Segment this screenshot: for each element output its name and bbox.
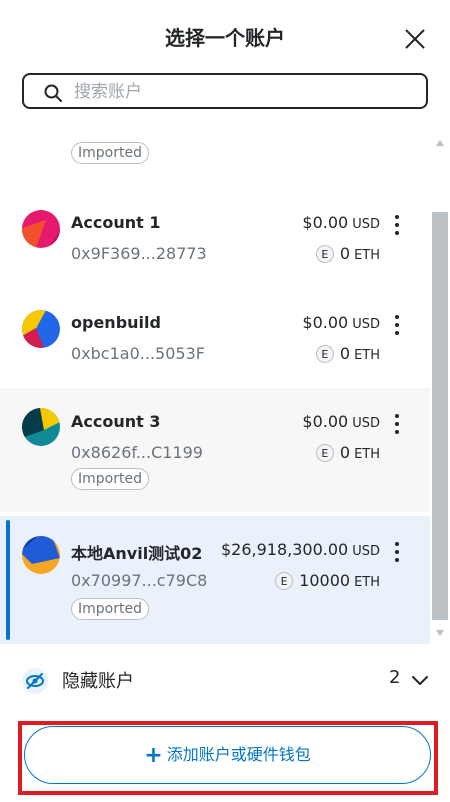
- hidden-accounts-count: 2: [389, 667, 401, 688]
- token-value: 0: [339, 244, 351, 263]
- token-balance: E 0 ETH: [315, 244, 380, 263]
- fiat-balance: $0.00 USD: [302, 213, 380, 232]
- account-item[interactable]: Account 3 0x8626f...C1199 Imported $0.00…: [0, 388, 430, 512]
- account-item-selected[interactable]: 本地Anvil测试02 0x70997...c79C8 Imported $26…: [0, 516, 430, 644]
- chevron-down-icon: [412, 676, 428, 685]
- close-icon[interactable]: [402, 26, 428, 52]
- search-input[interactable]: [72, 79, 416, 105]
- imported-badge: Imported: [71, 598, 149, 620]
- add-account-label: 添加账户或硬件钱包: [166, 745, 311, 764]
- avatar: [22, 310, 60, 348]
- fiat-balance: $26,918,300.00 USD: [221, 540, 380, 559]
- account-options-icon[interactable]: [394, 215, 400, 235]
- eye-slash-icon: [22, 668, 48, 694]
- account-name: Account 3: [71, 412, 161, 431]
- scroll-up-arrow-icon[interactable]: [436, 140, 444, 146]
- eth-token-icon: E: [275, 572, 294, 590]
- plus-icon: +: [144, 743, 163, 768]
- account-name: openbuild: [71, 313, 161, 332]
- search-box[interactable]: [22, 73, 428, 109]
- fiat-value: $0.00: [302, 213, 349, 232]
- fiat-unit: USD: [352, 317, 380, 332]
- account-options-icon[interactable]: [394, 315, 400, 335]
- fiat-value: $26,918,300.00: [220, 540, 349, 559]
- fiat-balance: $0.00 USD: [302, 313, 380, 332]
- fiat-value: $0.00: [302, 412, 349, 431]
- account-name: 本地Anvil测试02: [71, 544, 203, 563]
- eth-token-icon: E: [315, 444, 334, 462]
- modal-header: 选择一个账户: [0, 0, 450, 70]
- token-unit: ETH: [354, 575, 380, 590]
- token-balance: E 0 ETH: [315, 344, 380, 363]
- eth-token-icon: E: [315, 345, 334, 363]
- fiat-unit: USD: [352, 217, 380, 232]
- avatar: [22, 408, 60, 446]
- hidden-accounts-toggle[interactable]: 隐藏账户 2: [0, 658, 450, 702]
- token-value: 0: [339, 344, 351, 363]
- imported-badge: Imported: [71, 142, 149, 164]
- account-options-icon[interactable]: [394, 414, 400, 434]
- fiat-unit: USD: [352, 544, 380, 559]
- account-address: 0x9F369...28773: [71, 244, 207, 263]
- account-item[interactable]: openbuild 0xbc1a0...5053F $0.00 USD E 0 ETH: [0, 288, 430, 384]
- token-balance: E 0 ETH: [315, 443, 380, 462]
- selected-indicator: [6, 520, 10, 640]
- eth-token-icon: E: [315, 245, 334, 263]
- account-address: 0x70997...c79C8: [71, 571, 208, 590]
- account-address: 0x8626f...C1199: [71, 443, 203, 462]
- account-item-partial[interactable]: Imported: [0, 120, 430, 180]
- avatar: [22, 536, 60, 574]
- add-account-button[interactable]: + 添加账户或硬件钱包: [24, 726, 431, 784]
- token-value: 0: [339, 443, 351, 462]
- fiat-value: $0.00: [302, 313, 349, 332]
- account-address: 0xbc1a0...5053F: [71, 344, 205, 363]
- search-icon: [44, 84, 62, 102]
- scroll-down-arrow-icon[interactable]: [436, 630, 444, 636]
- account-options-icon[interactable]: [394, 542, 400, 562]
- modal-title: 选择一个账户: [165, 26, 285, 50]
- token-unit: ETH: [354, 248, 380, 263]
- token-unit: ETH: [354, 447, 380, 462]
- account-name: Account 1: [71, 213, 161, 232]
- account-item[interactable]: Account 1 0x9F369...28773 $0.00 USD E 0 ETH: [0, 188, 430, 284]
- imported-badge: Imported: [71, 468, 149, 490]
- scrollbar-thumb[interactable]: [432, 212, 448, 620]
- token-value: 10000: [299, 571, 351, 590]
- token-unit: ETH: [354, 348, 380, 363]
- hidden-accounts-label: 隐藏账户: [62, 671, 134, 692]
- avatar: [22, 210, 60, 248]
- token-balance: E 10000 ETH: [275, 571, 380, 590]
- fiat-balance: $0.00 USD: [302, 412, 380, 431]
- fiat-unit: USD: [352, 416, 380, 431]
